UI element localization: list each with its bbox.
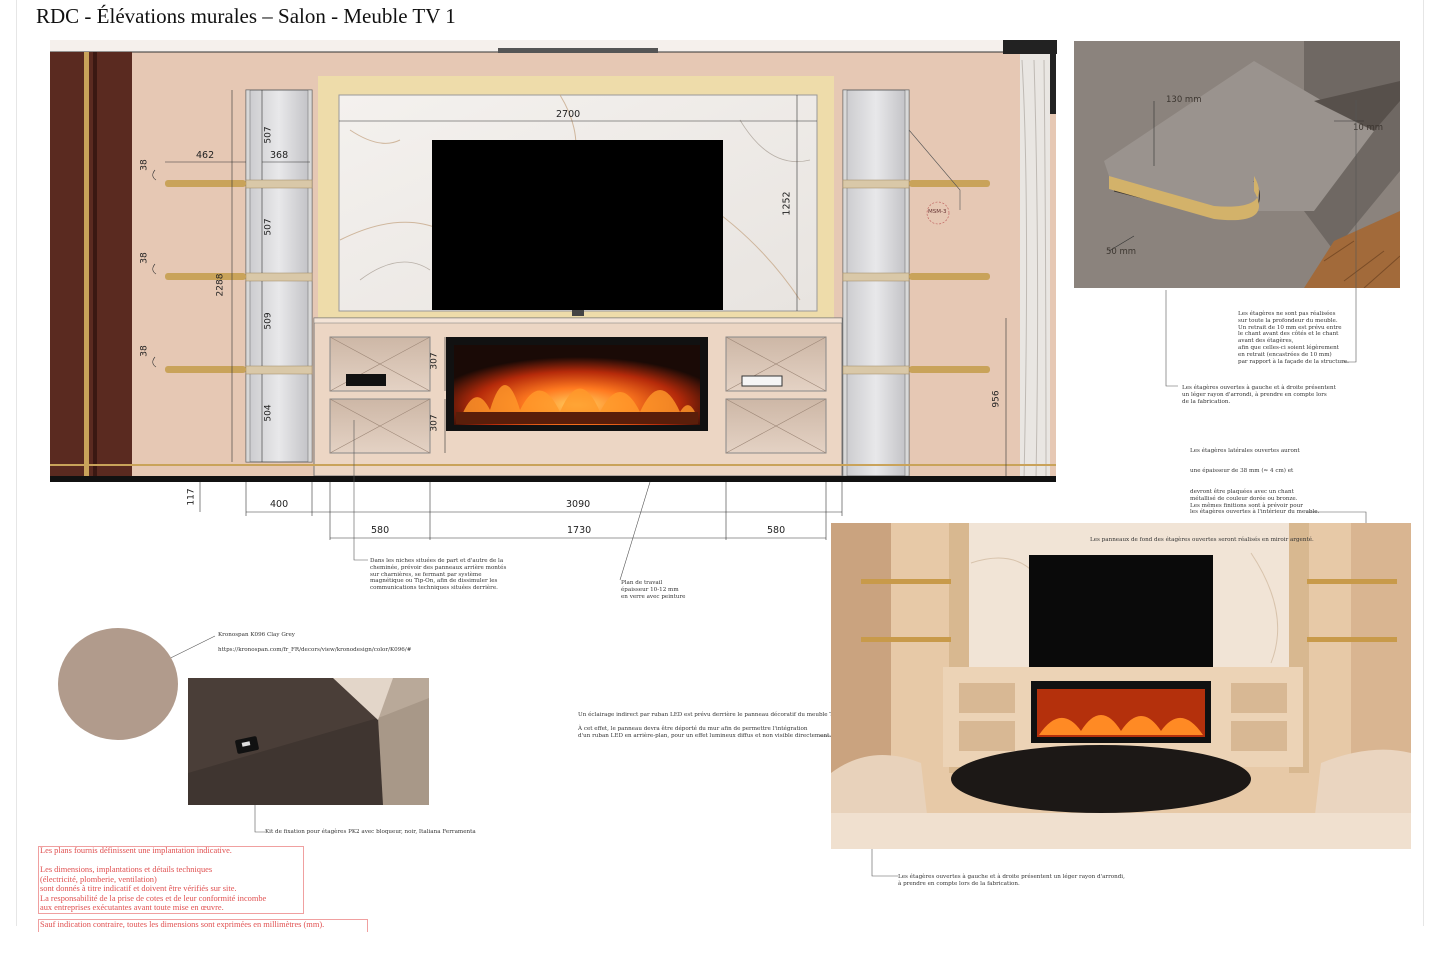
note-led-2: À cet effet, le panneau devra être dépor… <box>578 726 832 739</box>
disclaimer-line-1: Les plans fournis définissent une implan… <box>40 846 232 855</box>
living-room-render <box>831 523 1411 849</box>
disclaimer-line-2: Les dimensions, implantations et détails… <box>40 865 267 913</box>
note-kit: Kit de fixation pour étagères PK2 avec b… <box>265 829 476 835</box>
note-mirror-panels: Les panneaux de fond des étagères ouvert… <box>1090 537 1314 543</box>
note-side-shelves-2: une épaisseur de 38 mm (≈ 4 cm) et <box>1190 468 1294 474</box>
note-rounded-shelves: Les étagères ouvertes à gauche et à droi… <box>1182 385 1336 405</box>
note-side-shelves-1: Les étagères latérales ouvertes auront <box>1190 448 1300 454</box>
note-shelves-retrait: Les étagères ne sont pas réalisées sur t… <box>1238 311 1349 365</box>
note-niches: Dans les niches situées de part et d'aut… <box>370 558 507 592</box>
note-kronospan-name: Kronospan K096 Clay Grey <box>218 632 295 638</box>
note-side-shelves-3: devront être plaquées avec un chant méta… <box>1190 489 1320 516</box>
note-kronospan-url: https://kronospan.com/fr_FR/decors/view/… <box>218 647 412 653</box>
note-rounded-bottom: Les étagères ouvertes à gauche et à droi… <box>898 874 1125 887</box>
disclaimer-units: Sauf indication contraire, toutes les di… <box>40 920 325 929</box>
note-worktop: Plan de travail épaisseur 10-12 mm en ve… <box>621 580 686 600</box>
fixing-kit-photo <box>188 678 429 805</box>
material-swatch <box>58 628 178 740</box>
render-coffee-table <box>951 745 1251 813</box>
note-led-1: Un éclairage indirect par ruban LED est … <box>578 712 838 718</box>
render-tv <box>1029 555 1213 667</box>
